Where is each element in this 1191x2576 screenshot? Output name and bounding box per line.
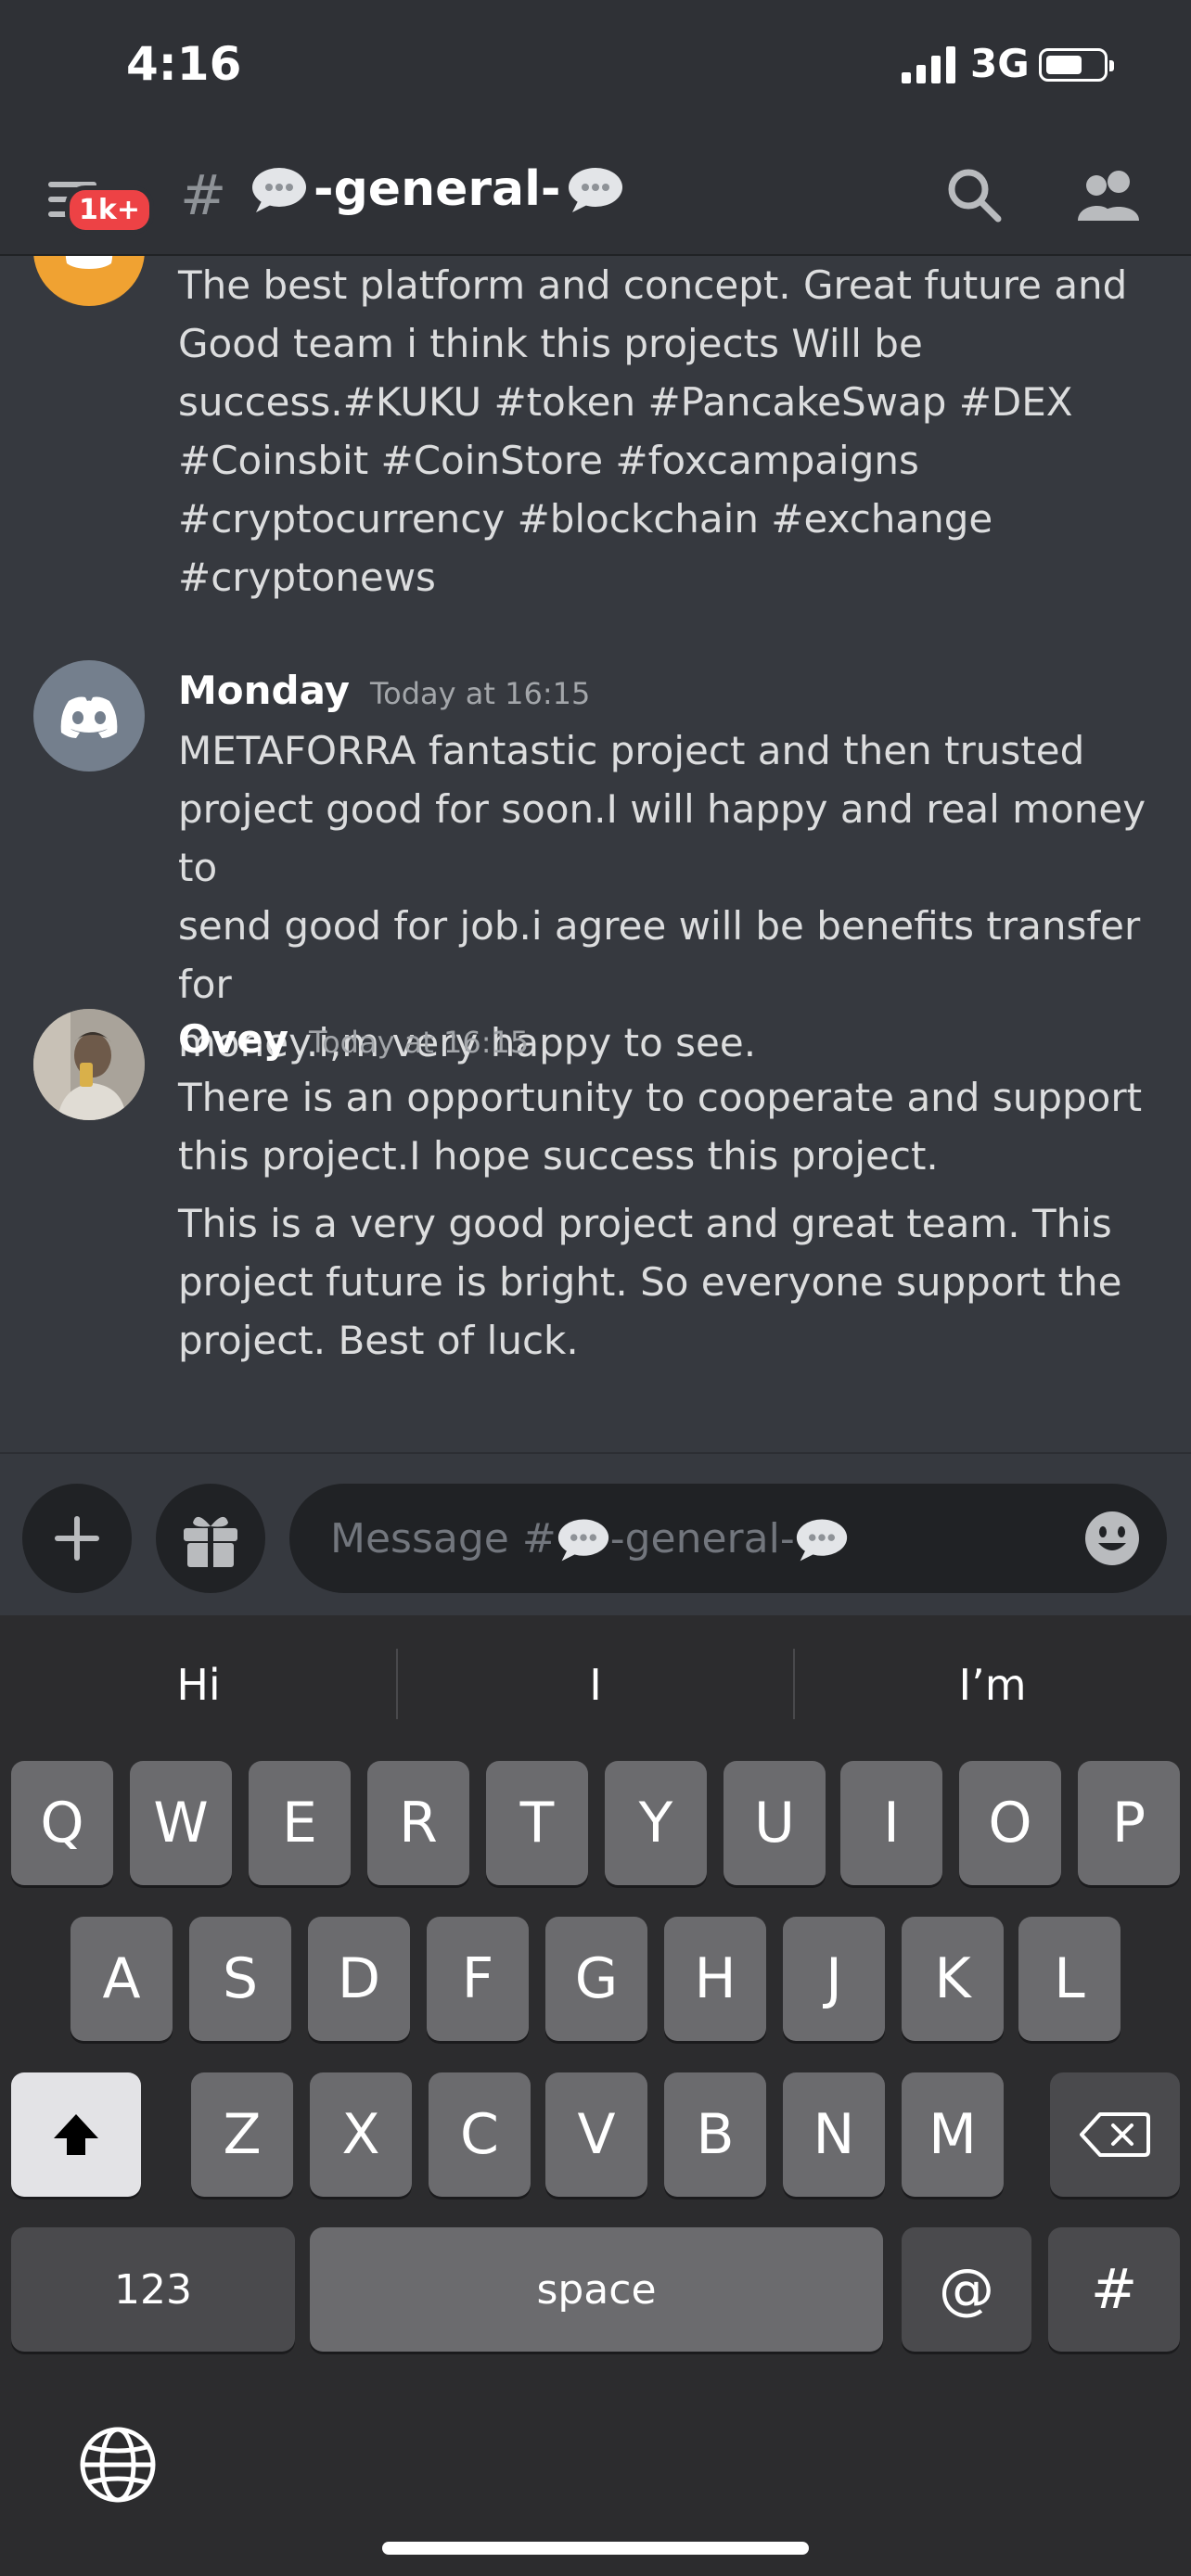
at-key[interactable]: @ <box>902 2227 1031 2352</box>
key-n[interactable]: N <box>783 2072 885 2197</box>
message-placeholder: Message # -general- <box>330 1515 849 1562</box>
key-y[interactable]: Y <box>605 1761 707 1885</box>
key-t[interactable]: T <box>486 1761 588 1885</box>
key-l[interactable]: L <box>1018 1917 1121 2041</box>
key-g[interactable]: G <box>545 1917 647 2041</box>
status-bar: 4:16 3G <box>0 0 1191 139</box>
gift-button[interactable] <box>156 1484 265 1593</box>
key-f[interactable]: F <box>427 1917 529 2041</box>
key-q[interactable]: Q <box>11 1761 113 1885</box>
space-key[interactable]: space <box>310 2227 883 2352</box>
shift-key[interactable] <box>11 2072 141 2197</box>
key-b[interactable]: B <box>664 2072 766 2197</box>
speech-bubble-icon <box>568 168 622 212</box>
signal-icon <box>902 46 955 83</box>
suggestion-3[interactable]: I’m <box>794 1615 1191 1754</box>
message-list[interactable]: The best platform and concept. Great fut… <box>0 256 1191 1452</box>
battery-icon <box>1039 48 1114 82</box>
message-input[interactable]: Message # -general- <box>289 1484 1167 1593</box>
key-h[interactable]: H <box>664 1917 766 2041</box>
message-author[interactable]: Ovey Today at 16:15 <box>178 1016 529 1062</box>
user-photo-icon <box>33 1009 145 1120</box>
backspace-icon <box>1080 2112 1150 2157</box>
keyboard: Hi I I’m Q W E R T Y U I O P A S D F G H… <box>0 1615 1191 2576</box>
placeholder-prefix: Message # <box>330 1515 557 1562</box>
key-e[interactable]: E <box>249 1761 351 1885</box>
placeholder-channel: -general- <box>609 1515 795 1562</box>
gift-icon <box>184 1516 237 1567</box>
home-indicator[interactable] <box>382 2542 809 2555</box>
discord-logo-icon <box>65 256 113 269</box>
key-z[interactable]: Z <box>191 2072 293 2197</box>
key-k[interactable]: K <box>902 1917 1004 2041</box>
add-attachment-button[interactable] <box>22 1484 132 1593</box>
channel-hash-icon: # <box>180 163 227 228</box>
speech-bubble-icon <box>796 1518 847 1561</box>
network-type: 3G <box>970 41 1030 86</box>
message-author[interactable]: Monday Today at 16:15 <box>178 668 590 713</box>
speech-bubble-icon <box>252 168 306 212</box>
key-o[interactable]: O <box>959 1761 1061 1885</box>
discord-logo-icon <box>60 696 118 738</box>
channel-header: 1k+ # -general- <box>0 139 1191 256</box>
message-text: The best platform and concept. Great fut… <box>178 262 1128 600</box>
key-s[interactable]: S <box>189 1917 291 2041</box>
globe-icon[interactable] <box>76 2423 160 2506</box>
message-timestamp: Today at 16:15 <box>308 1025 530 1060</box>
suggestion-1[interactable]: Hi <box>0 1615 397 1754</box>
key-v[interactable]: V <box>545 2072 647 2197</box>
unread-badge: 1k+ <box>65 185 154 235</box>
shift-icon <box>54 2114 98 2155</box>
key-m[interactable]: M <box>902 2072 1004 2197</box>
author-name[interactable]: Ovey <box>178 1016 288 1062</box>
message-composer: Message # -general- <box>0 1452 1191 1617</box>
key-p[interactable]: P <box>1078 1761 1180 1885</box>
author-name[interactable]: Monday <box>178 668 350 713</box>
suggestion-2[interactable]: I <box>397 1615 794 1754</box>
key-a[interactable]: A <box>70 1917 173 2041</box>
backspace-key[interactable] <box>1050 2072 1180 2197</box>
key-r[interactable]: R <box>367 1761 469 1885</box>
key-j[interactable]: J <box>783 1917 885 2041</box>
message-timestamp: Today at 16:15 <box>370 676 591 711</box>
members-icon[interactable] <box>1074 165 1145 224</box>
key-x[interactable]: X <box>310 2072 412 2197</box>
channel-name: -general- <box>314 161 561 217</box>
key-w[interactable]: W <box>130 1761 232 1885</box>
avatar[interactable] <box>33 660 145 772</box>
key-c[interactable]: C <box>429 2072 531 2197</box>
status-time: 4:16 <box>126 37 242 91</box>
key-d[interactable]: D <box>308 1917 410 2041</box>
message-text: There is an opportunity to cooperate and… <box>178 1075 1143 1179</box>
speech-bubble-icon <box>557 1518 608 1561</box>
channel-title[interactable]: -general- <box>250 161 624 217</box>
key-u[interactable]: U <box>724 1761 826 1885</box>
key-i[interactable]: I <box>840 1761 942 1885</box>
hash-key[interactable]: # <box>1048 2227 1180 2352</box>
avatar[interactable] <box>33 256 145 306</box>
search-icon[interactable] <box>944 165 1004 224</box>
message-text: This is a very good project and great te… <box>178 1201 1122 1363</box>
numbers-key[interactable]: 123 <box>11 2227 295 2352</box>
emoji-icon[interactable] <box>1083 1510 1141 1567</box>
avatar[interactable] <box>33 1009 145 1120</box>
plus-icon <box>55 1516 99 1561</box>
